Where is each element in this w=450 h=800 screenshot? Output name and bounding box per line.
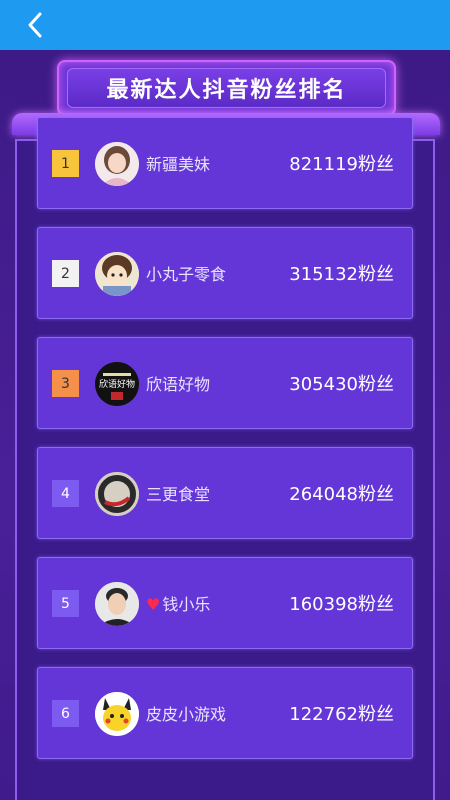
user-avatar-icon [95,142,139,186]
user-avatar-icon [95,252,139,296]
chevron-left-icon [28,12,42,38]
user-name: ♥ 钱小乐 [146,591,210,615]
ranking-row[interactable]: 1 新疆美妹 821119粉丝 [37,117,413,209]
rank-badge: 6 [52,700,79,727]
fan-count: 160398粉丝 [289,594,394,615]
back-button[interactable] [22,10,52,40]
rank-badge: 1 [52,150,79,177]
user-name: 欣语好物 [146,375,211,394]
ranking-row[interactable]: 5 ♥ 钱小乐 160398粉丝 [37,557,413,649]
top-app-bar [0,0,450,50]
user-name: 三更食堂 [146,485,211,504]
shop-logo-icon: 欣语好物 [95,362,139,406]
cartoon-avatar-icon [95,692,139,736]
ranking-row[interactable]: 2 小丸子零食 315132粉丝 [37,227,413,319]
fan-count: 305430粉丝 [289,374,394,395]
user-name: 小丸子零食 [146,265,227,284]
page-title: 最新达人抖音粉丝排名 [67,68,386,108]
shop-logo-icon [95,472,139,516]
fan-count: 264048粉丝 [289,484,394,505]
user-name: 皮皮小游戏 [146,705,227,724]
rank-badge: 3 [52,370,79,397]
rank-badge: 2 [52,260,79,287]
rank-badge: 4 [52,480,79,507]
ranking-row[interactable]: 3 欣语好物 欣语好物 305430粉丝 [37,337,413,429]
fan-count: 821119粉丝 [289,154,394,175]
user-name: 新疆美妹 [146,155,211,174]
ranking-row[interactable]: 6 皮皮小游戏 122762粉丝 [37,667,413,759]
fan-count: 122762粉丝 [289,704,394,725]
heart-icon: ♥ [146,595,161,614]
rank-badge: 5 [52,590,79,617]
fan-count: 315132粉丝 [289,264,394,285]
title-banner: 最新达人抖音粉丝排名 [57,60,396,116]
ranking-row[interactable]: 4 三更食堂 264048粉丝 [37,447,413,539]
avatar-logo-text: 欣语好物 [98,380,135,390]
user-name-text: 钱小乐 [162,595,211,614]
user-avatar-icon [95,582,139,626]
